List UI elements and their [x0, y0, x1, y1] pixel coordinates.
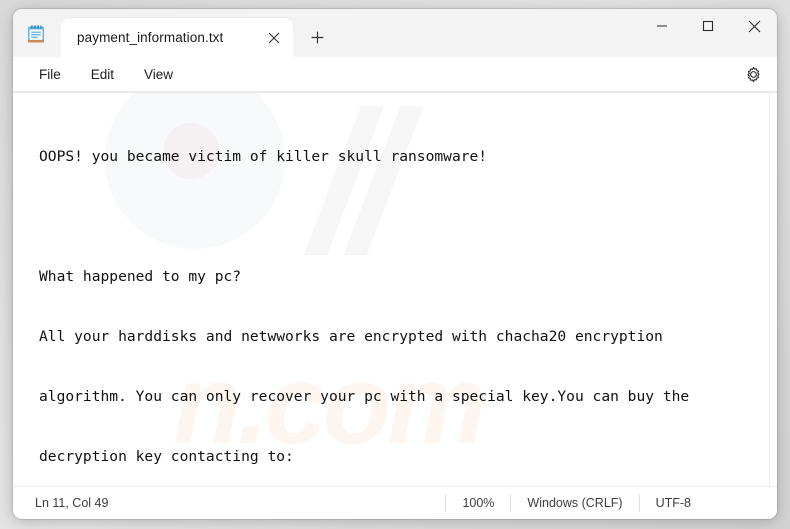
text-line: decryption key contacting to:	[39, 448, 294, 465]
tab-title: payment_information.txt	[77, 30, 224, 45]
notepad-window: payment_information.txt File Edit View n…	[13, 9, 777, 519]
new-tab-button[interactable]	[301, 21, 333, 53]
menu-item-file[interactable]: File	[27, 63, 73, 86]
status-cursor-position: Ln 11, Col 49	[35, 496, 109, 510]
text-line: algorithm. You can only recover your pc …	[39, 388, 690, 405]
status-zoom[interactable]: 100%	[446, 494, 510, 512]
status-line-endings[interactable]: Windows (CRLF)	[511, 494, 638, 512]
menu-bar: File Edit View	[13, 57, 777, 92]
menu-item-edit[interactable]: Edit	[79, 63, 126, 86]
status-bar: Ln 11, Col 49 100% Windows (CRLF) UTF-8	[13, 486, 777, 519]
notepad-icon	[24, 22, 48, 46]
text-line: What happened to my pc?	[39, 268, 242, 285]
text-content[interactable]: OOPS! you became victim of killer skull …	[13, 93, 777, 486]
close-icon[interactable]	[261, 25, 287, 51]
status-encoding[interactable]: UTF-8	[640, 494, 707, 512]
gear-icon[interactable]	[741, 62, 765, 86]
menu-item-view[interactable]: View	[132, 63, 185, 86]
desktop-background: payment_information.txt File Edit View n…	[0, 0, 790, 529]
editor-area[interactable]: // n.com OOPS! you became victim of kill…	[13, 92, 777, 486]
title-bar: payment_information.txt	[13, 9, 777, 57]
text-line	[39, 207, 777, 227]
text-line: OOPS! you became victim of killer skull …	[39, 148, 488, 165]
maximize-icon[interactable]	[685, 9, 731, 43]
tab-strip: payment_information.txt	[61, 9, 333, 57]
tab-payment-information[interactable]: payment_information.txt	[61, 18, 293, 57]
minimize-icon[interactable]	[639, 9, 685, 43]
close-icon[interactable]	[731, 9, 777, 43]
window-controls	[639, 9, 777, 43]
text-line: All your harddisks and netwworks are enc…	[39, 328, 663, 345]
